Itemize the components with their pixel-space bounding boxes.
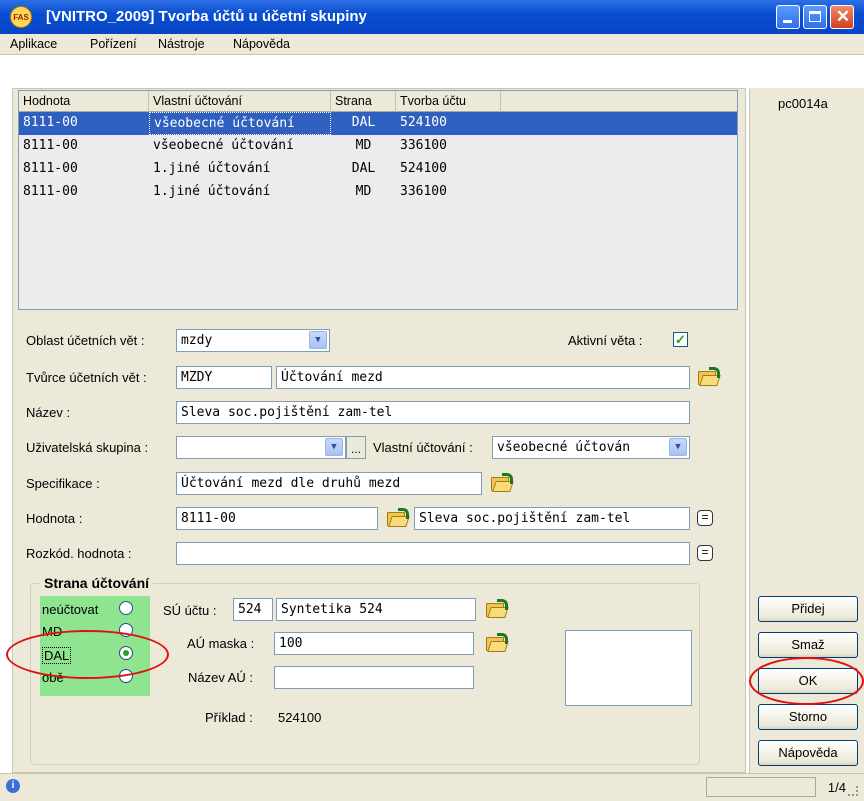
minimize-button[interactable] — [776, 5, 800, 29]
equals-icon[interactable]: = — [697, 545, 713, 561]
cell-strana: DAL — [351, 161, 376, 176]
form-code: pc0014a — [778, 96, 828, 111]
maximize-icon — [809, 11, 821, 22]
storno-button[interactable]: Storno — [758, 704, 858, 730]
nazev-au-label: Název AÚ : — [188, 670, 254, 685]
open-folder-icon[interactable] — [490, 473, 514, 492]
close-button[interactable]: ✕ — [830, 5, 854, 29]
priklad-value: 524100 — [278, 710, 322, 725]
table-row[interactable]: 8111-00 všeobecné účtování DAL 524100 — [19, 112, 737, 135]
smaz-button[interactable]: Smaž — [758, 632, 858, 658]
cell-tvorba: 336100 — [400, 184, 447, 199]
vlastni-select[interactable]: všeobecné účtován ▼ — [492, 436, 690, 459]
table-row[interactable]: 8111-00 všeobecné účtování MD 336100 — [19, 135, 737, 158]
priklad-label: Příklad : — [205, 710, 253, 725]
chevron-down-icon[interactable]: ▼ — [325, 438, 343, 456]
vlastni-value: všeobecné účtován — [497, 440, 631, 455]
rozkod-input[interactable] — [176, 542, 690, 565]
hodnota-name-input[interactable]: Sleva soc.pojištění zam-tel — [414, 507, 690, 530]
specifikace-label: Specifikace : — [26, 476, 100, 491]
radio-neuctovat[interactable] — [119, 601, 133, 615]
accounts-table[interactable]: Hodnota Vlastní účtování Strana Tvorba ú… — [18, 90, 738, 310]
aktivni-checkbox[interactable]: ✓ — [673, 332, 688, 347]
cell-vlastni: všeobecné účtování — [149, 112, 331, 135]
menu-napoveda[interactable]: Nápověda — [233, 37, 290, 51]
su-name-input[interactable]: Syntetika 524 — [276, 598, 476, 621]
menu-porizeni[interactable]: Pořízení — [90, 37, 137, 51]
nazev-input[interactable]: Sleva soc.pojištění zam-tel — [176, 401, 690, 424]
oblast-label: Oblast účetních vět : — [26, 333, 145, 348]
maximize-button[interactable] — [803, 5, 827, 29]
tvurce-label: Tvůrce účetních vět : — [26, 370, 147, 385]
open-folder-icon[interactable] — [485, 633, 509, 652]
table-row[interactable]: 8111-00 1.jiné účtování DAL 524100 — [19, 158, 737, 181]
window-title: [VNITRO_2009] Tvorba účtů u účetní skupi… — [46, 8, 367, 25]
open-folder-icon[interactable] — [386, 508, 410, 527]
tvurce-name-input[interactable]: Účtování mezd — [276, 366, 690, 389]
resize-grip-icon[interactable] — [848, 786, 858, 796]
cell-vlastni: 1.jiné účtování — [153, 184, 271, 199]
oblast-value: mzdy — [181, 333, 213, 348]
tvurce-code-input[interactable]: MZDY — [176, 366, 272, 389]
hodnota-label: Hodnota : — [26, 511, 83, 526]
title-bar[interactable]: FAS [VNITRO_2009] Tvorba účtů u účetní s… — [0, 0, 864, 34]
cell-tvorba: 524100 — [400, 115, 447, 130]
uzivatelska-label: Uživatelská skupina : — [26, 440, 149, 455]
au-mask-input[interactable]: 100 — [274, 632, 474, 655]
cell-hodnota: 8111-00 — [23, 184, 78, 199]
annotation-ellipse-ok — [749, 657, 864, 705]
table-row[interactable]: 8111-00 1.jiné účtování MD 336100 — [19, 181, 737, 204]
table-header: Hodnota Vlastní účtování Strana Tvorba ú… — [19, 91, 737, 112]
check-icon: ✓ — [675, 332, 686, 347]
hodnota-input[interactable]: 8111-00 — [176, 507, 378, 530]
cell-vlastni: 1.jiné účtování — [153, 161, 271, 176]
nazev-au-input[interactable] — [274, 666, 474, 689]
page-indicator: 1/4 — [827, 780, 846, 795]
minimize-icon — [783, 20, 792, 23]
column-header-hodnota[interactable]: Hodnota — [19, 91, 149, 112]
specifikace-input[interactable]: Účtování mezd dle druhů mezd — [176, 472, 482, 495]
cell-strana: DAL — [351, 115, 376, 130]
app-logo-icon: FAS — [10, 6, 32, 28]
uzivatelska-select[interactable]: ▼ — [176, 436, 346, 459]
vlastni-label: Vlastní účtování : — [373, 440, 473, 455]
status-bar: i 1/4 — [0, 773, 864, 801]
cell-tvorba: 336100 — [400, 138, 447, 153]
chevron-down-icon[interactable]: ▼ — [669, 438, 687, 456]
napoveda-button[interactable]: Nápověda — [758, 740, 858, 766]
oblast-select[interactable]: mzdy ▼ — [176, 329, 330, 352]
chevron-down-icon[interactable]: ▼ — [309, 331, 327, 349]
open-folder-icon[interactable] — [697, 367, 721, 386]
rozkod-label: Rozkód. hodnota : — [26, 546, 132, 561]
open-folder-icon[interactable] — [485, 599, 509, 618]
strana-title: Strana účtování — [40, 575, 154, 591]
pridej-button[interactable]: Přidej — [758, 596, 858, 622]
cell-strana: MD — [355, 184, 372, 199]
cell-hodnota: 8111-00 — [23, 115, 78, 130]
column-header-strana[interactable]: Strana — [331, 91, 396, 112]
radio-label-neuctovat: neúčtovat — [42, 602, 99, 617]
preview-box — [565, 630, 692, 706]
cell-strana: MD — [355, 138, 372, 153]
info-icon: i — [6, 779, 20, 793]
close-icon: ✕ — [835, 7, 851, 26]
column-header-vlastni[interactable]: Vlastní účtování — [149, 91, 331, 112]
cell-tvorba: 524100 — [400, 161, 447, 176]
menu-nastroje[interactable]: Nástroje — [158, 37, 205, 51]
annotation-ellipse-dal — [6, 630, 169, 679]
nazev-label: Název : — [26, 405, 71, 420]
su-label: SÚ účtu : — [163, 603, 217, 618]
browse-button[interactable]: ... — [346, 436, 366, 459]
cell-hodnota: 8111-00 — [23, 161, 78, 176]
cell-vlastni: všeobecné účtování — [153, 138, 294, 153]
cell-hodnota: 8111-00 — [23, 138, 78, 153]
column-header-tvorba[interactable]: Tvorba účtu — [396, 91, 501, 112]
su-code-input[interactable]: 524 — [233, 598, 273, 621]
equals-icon[interactable]: = — [697, 510, 713, 526]
aktivni-label: Aktivní věta : — [568, 333, 643, 348]
menu-aplikace[interactable]: Aplikace — [10, 37, 57, 51]
au-label: AÚ maska : — [187, 636, 255, 651]
menu-bar: Aplikace Pořízení Nástroje Nápověda — [0, 34, 864, 55]
